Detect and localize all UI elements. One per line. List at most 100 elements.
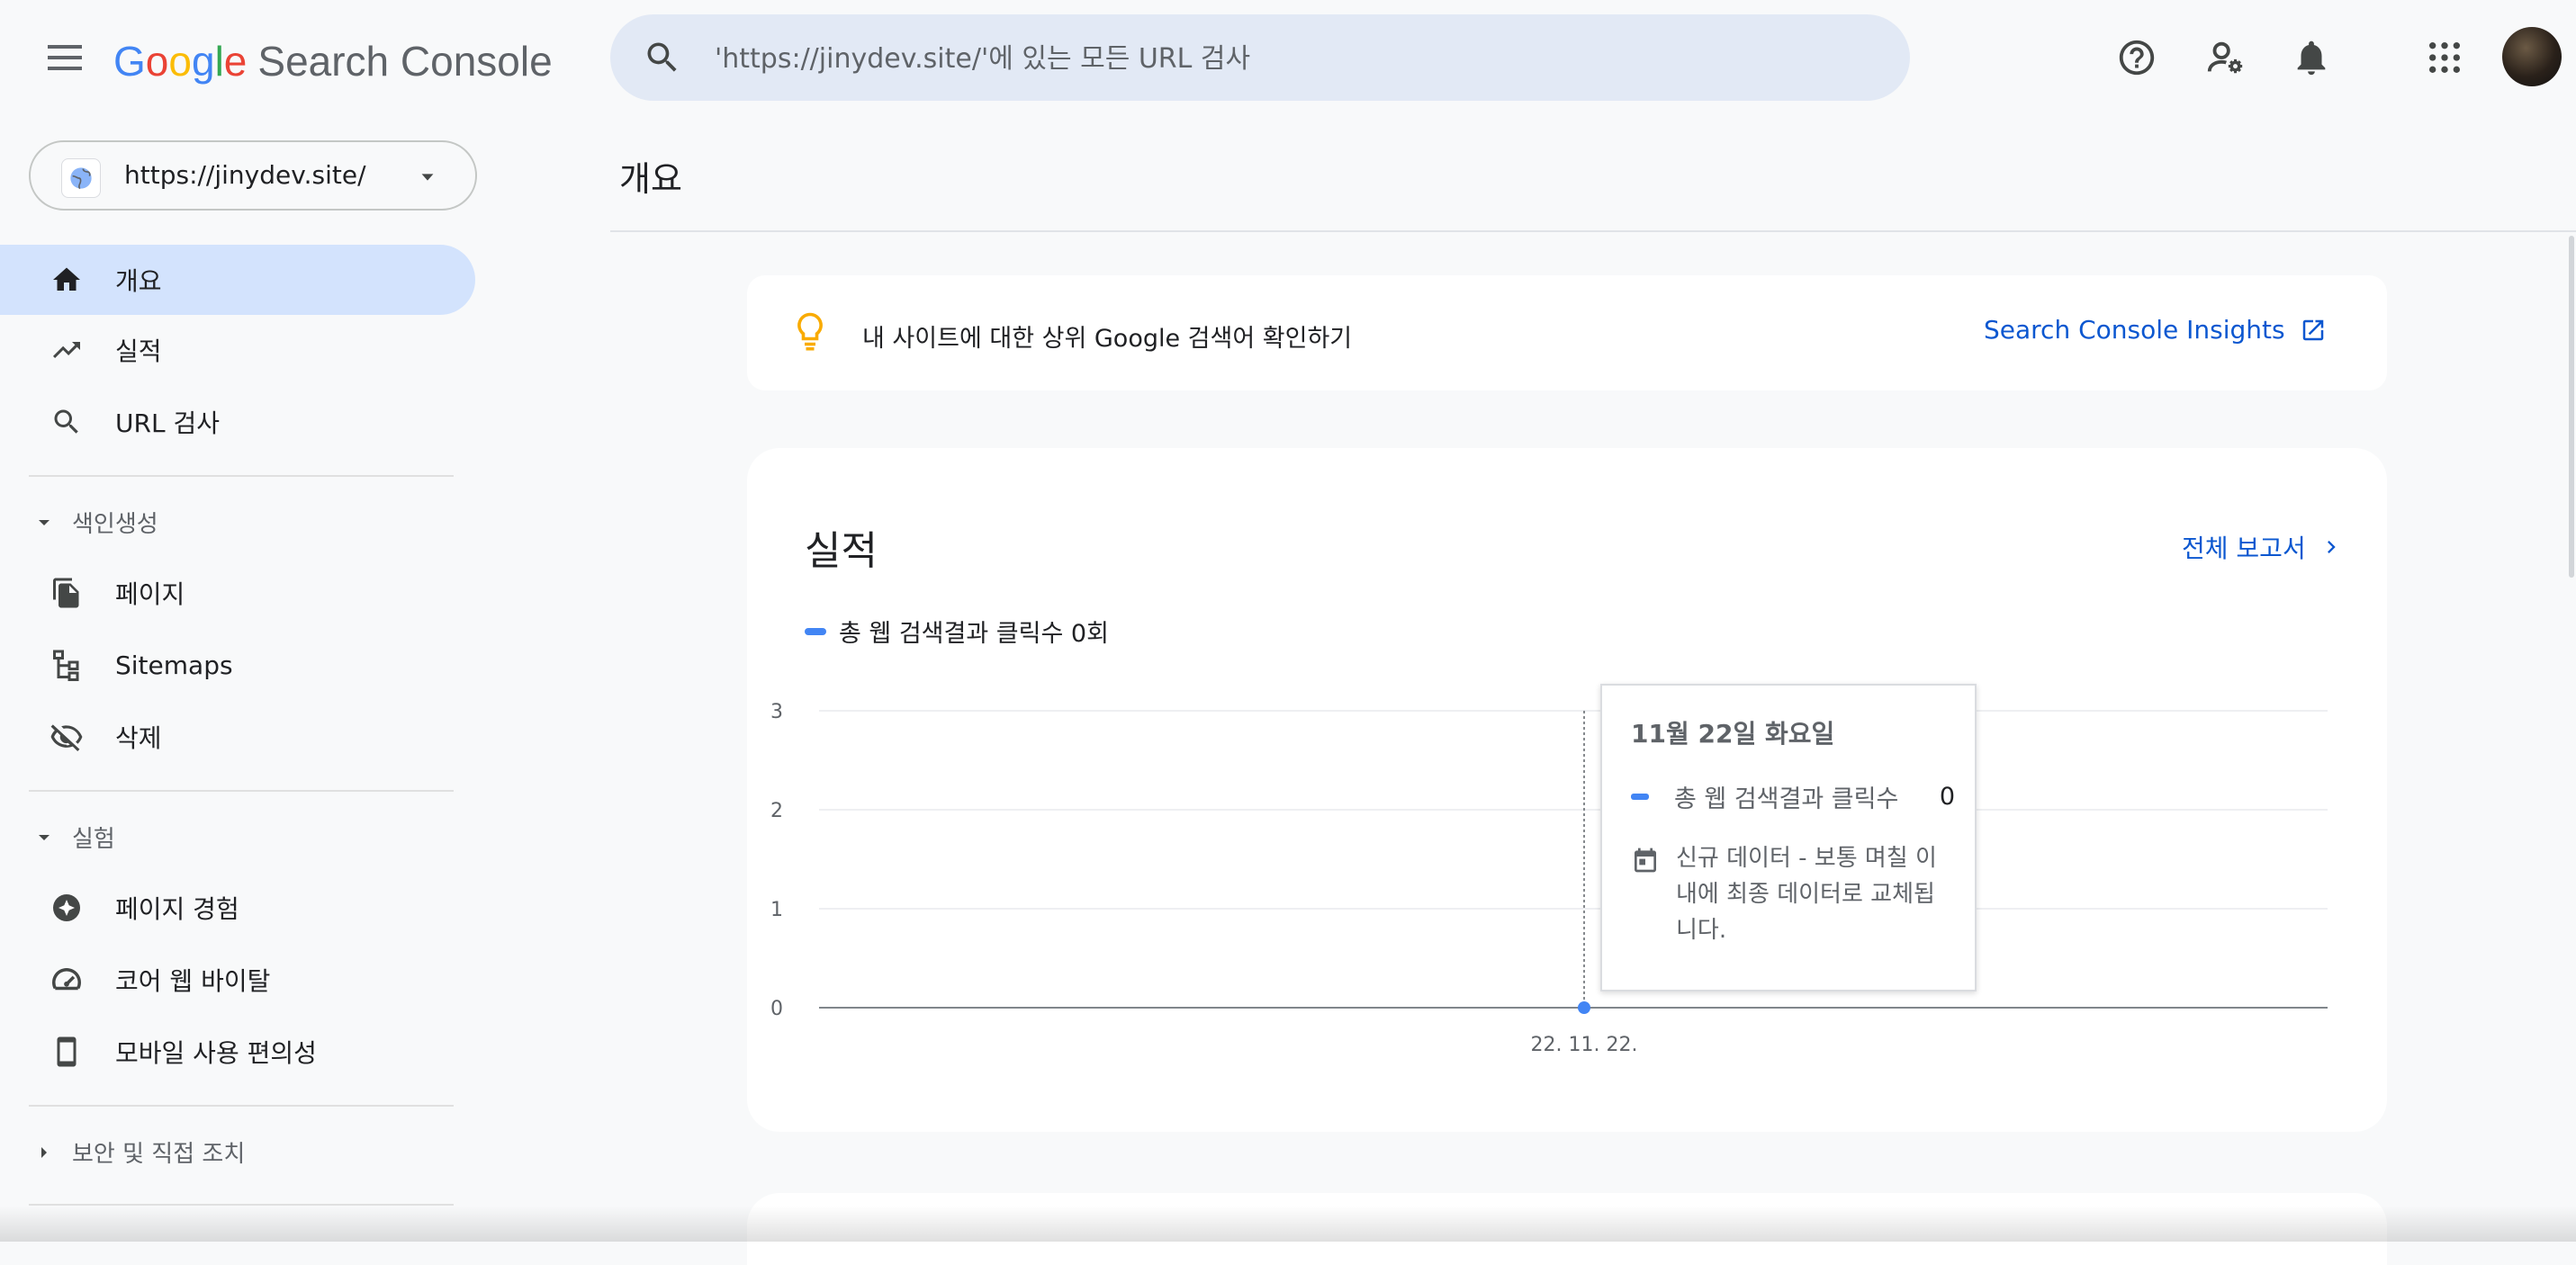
sidebar-item-label: 실적 [115, 336, 162, 366]
tooltip-date: 11월 22일 화요일 [1631, 719, 1835, 749]
top-app-bar: Google Search Console [0, 0, 2576, 115]
collapsed-arrow-icon [41, 1147, 47, 1158]
section-label: 실험 [72, 825, 115, 853]
search-console-insights-link[interactable]: Search Console Insights [1984, 315, 2327, 345]
section-label: 보안 및 직접 조치 [72, 1140, 246, 1168]
account-avatar[interactable] [2502, 27, 2562, 86]
apps-grid-icon [2429, 42, 2460, 73]
sidebar-item-url-inspection[interactable]: URL 검사 [0, 387, 475, 457]
lightbulb-icon [797, 312, 823, 351]
property-selector[interactable]: https://jinydev.site/ [29, 140, 477, 211]
sidebar-item-overview[interactable]: 개요 [0, 245, 475, 315]
section-experience[interactable]: 실험 [0, 810, 475, 864]
search-input[interactable] [713, 32, 1887, 85]
smartphone-icon [49, 1034, 85, 1070]
chevron-right-icon [2327, 541, 2336, 553]
product-name: Search Console [257, 38, 553, 85]
speed-gauge-icon [49, 962, 85, 998]
divider [29, 1204, 454, 1206]
google-apps-button[interactable] [2414, 27, 2475, 88]
main-menu-button[interactable] [36, 31, 94, 85]
legend-label: 총 웹 검색결과 클릭수 0회 [839, 620, 1109, 648]
trending-up-icon [49, 332, 85, 368]
section-indexing[interactable]: 색인생성 [0, 495, 475, 549]
next-card [747, 1193, 2387, 1265]
sidebar-item-page-experience[interactable]: 페이지 경험 [0, 873, 475, 943]
help-icon [2119, 40, 2155, 76]
tooltip-note: 신규 데이터 - 보통 며칠 이내에 최종 데이터로 교체됩니다. [1676, 845, 1937, 944]
notifications-icon [2297, 40, 2326, 76]
divider [610, 230, 2576, 232]
sidebar-item-label: Sitemaps [115, 650, 233, 680]
divider [29, 790, 454, 792]
sidebar-item-core-web-vitals[interactable]: 코어 웹 바이탈 [0, 945, 475, 1015]
logo-letter: g [191, 38, 215, 85]
y-tick-label: 3 [770, 701, 783, 723]
scrollbar[interactable] [2569, 236, 2574, 578]
logo-letter: e [223, 38, 248, 85]
tooltip-series-label: 총 웹 검색결과 클릭수 [1674, 785, 1899, 813]
sidebar-nav: https://jinydev.site/ 개요 실적 URL 검사 색인생성 … [0, 115, 486, 1242]
insights-link-label: Search Console Insights [1984, 315, 2285, 345]
manage-users-icon [2207, 41, 2243, 74]
tooltip-swatch [1631, 794, 1649, 800]
visibility-off-icon [49, 719, 85, 755]
url-inspection-search[interactable] [610, 14, 1910, 101]
hamburger-menu-icon [48, 45, 82, 70]
sidebar-item-label: 코어 웹 바이탈 [115, 966, 271, 996]
chart-legend[interactable]: 총 웹 검색결과 클릭수 0회 [805, 614, 1109, 649]
help-button[interactable] [2106, 27, 2167, 88]
sidebar-item-pages[interactable]: 페이지 [0, 558, 475, 628]
performance-card: 실적 전체 보고서 총 웹 검색결과 클릭수 0회 0 1 2 3 22. 11. 22… [747, 448, 2387, 1132]
insights-banner: 내 사이트에 대한 상위 Google 검색어 확인하기 Search Cons… [747, 275, 2387, 390]
sidebar-item-label: 페이지 [115, 579, 185, 609]
home-icon [49, 262, 85, 298]
y-tick-label: 2 [770, 800, 783, 822]
sidebar-item-mobile-usability[interactable]: 모바일 사용 편의성 [0, 1017, 475, 1087]
sidebar-item-label: URL 검사 [115, 408, 220, 438]
settings-users-button[interactable] [2194, 27, 2256, 88]
section-security[interactable]: 보안 및 직접 조치 [0, 1125, 475, 1179]
logo-letter: o [168, 38, 192, 85]
full-report-label: 전체 보고서 [2182, 534, 2306, 563]
tooltip-series-row: 총 웹 검색결과 클릭수 0 [1631, 779, 1955, 814]
logo-letter: l [214, 38, 224, 85]
calendar-icon [1635, 848, 1656, 873]
notifications-button[interactable] [2281, 27, 2342, 88]
divider [29, 1105, 454, 1107]
expand-arrow-icon [39, 520, 50, 525]
pages-icon [49, 575, 85, 611]
expand-arrow-icon [39, 835, 50, 840]
dropdown-arrow-icon [421, 174, 434, 181]
sidebar-item-label: 개요 [115, 266, 162, 296]
section-label: 색인생성 [72, 510, 158, 538]
google-search-console-logo[interactable]: Google Search Console [113, 32, 553, 90]
page-title: 개요 [619, 159, 682, 199]
main-content: 개요 내 사이트에 대한 상위 Google 검색어 확인하기 Search C… [610, 115, 2576, 1265]
performance-title: 실적 [805, 528, 878, 574]
full-report-link[interactable]: 전체 보고서 [2182, 529, 2344, 565]
site-favicon-icon [61, 158, 101, 198]
legend-swatch [805, 627, 826, 635]
y-tick-label: 0 [770, 998, 783, 1020]
sidebar-item-label: 삭제 [115, 723, 162, 753]
data-point [1578, 1001, 1590, 1014]
search-icon [49, 404, 85, 440]
insights-text: 내 사이트에 대한 상위 Google 검색어 확인하기 [862, 325, 1353, 353]
x-tick-label: 22. 11. 22. [1531, 1034, 1638, 1056]
sidebar-item-label: 모바일 사용 편의성 [115, 1038, 317, 1068]
sidebar-item-sitemaps[interactable]: Sitemaps [0, 630, 475, 700]
search-icon[interactable] [643, 38, 682, 77]
sidebar-item-performance[interactable]: 실적 [0, 315, 475, 385]
tooltip-value: 0 [1939, 783, 1955, 811]
performance-chart: 0 1 2 3 22. 11. 22. [770, 701, 2328, 1056]
divider [29, 475, 454, 477]
y-tick-label: 1 [770, 899, 783, 921]
sidebar-item-removals[interactable]: 삭제 [0, 702, 475, 772]
logo-letter: G [113, 38, 146, 85]
open-in-new-icon [2302, 319, 2323, 340]
sidebar-item-label: 페이지 경험 [115, 894, 239, 924]
logo-letter: o [145, 38, 169, 85]
chart-tooltip: 11월 22일 화요일 총 웹 검색결과 클릭수 0 신규 데이터 - 보통 며… [1600, 684, 1977, 991]
sitemap-icon [49, 647, 85, 683]
